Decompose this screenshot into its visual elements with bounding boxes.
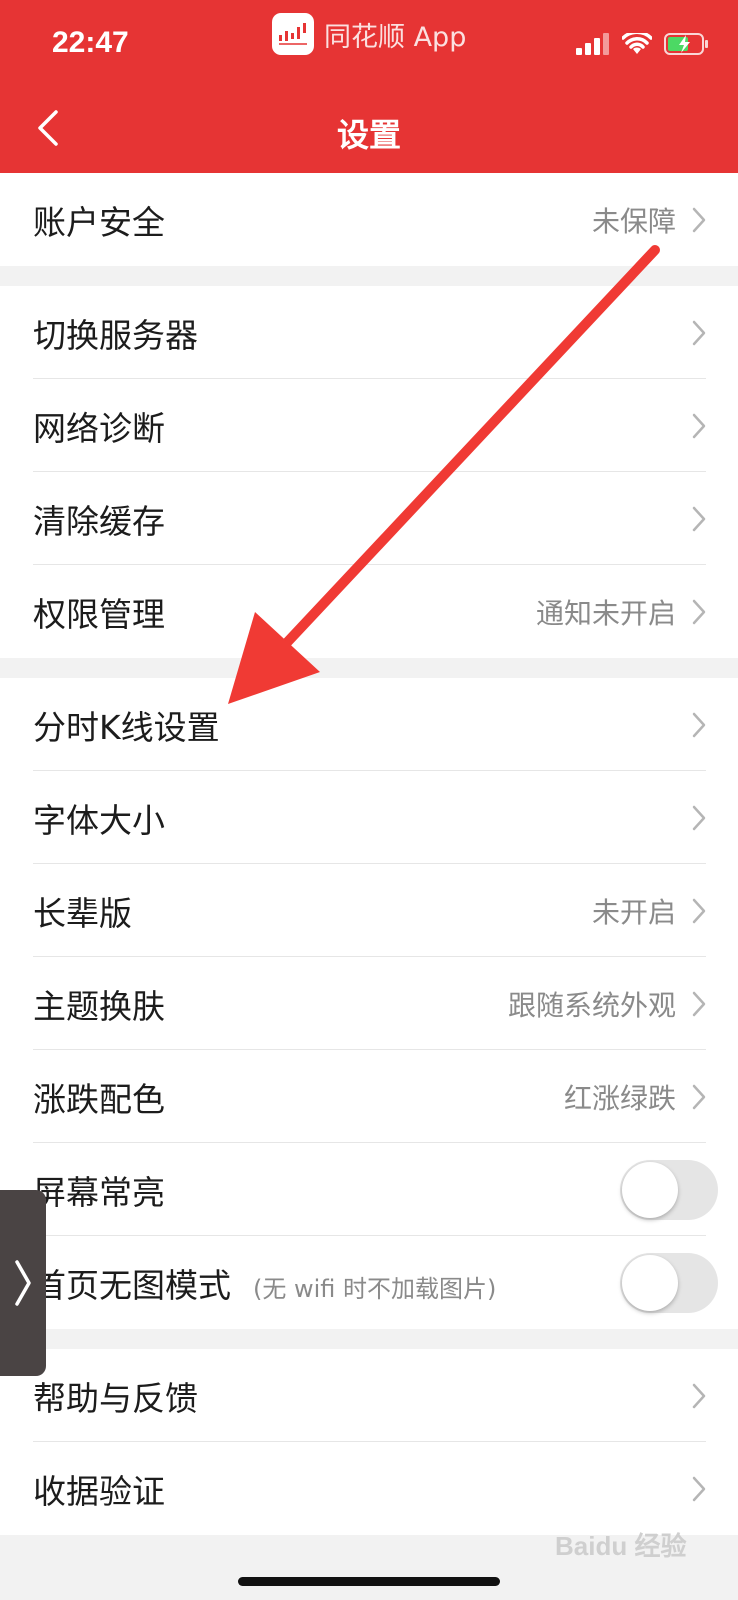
floating-side-handle[interactable]	[0, 1190, 46, 1376]
settings-row-theme[interactable]: 主题换肤 跟随系统外观	[0, 957, 738, 1050]
page-title: 设置	[336, 116, 401, 154]
row-label: 账户安全	[33, 202, 165, 242]
settings-group-support: 帮助与反馈 收据验证	[0, 1349, 738, 1535]
toggle-knob	[622, 1254, 678, 1311]
settings-row-help-feedback[interactable]: 帮助与反馈	[0, 1349, 738, 1442]
no-image-mode-toggle[interactable]	[620, 1252, 718, 1313]
row-label: 涨跌配色	[33, 1079, 165, 1119]
row-label: 主题换肤	[33, 986, 165, 1026]
settings-row-permissions[interactable]: 权限管理 通知未开启	[0, 565, 738, 658]
chevron-right-icon	[692, 898, 706, 923]
row-value: 通知未开启	[535, 596, 676, 630]
chevron-right-icon	[692, 320, 706, 345]
app-name: 同花顺 App	[324, 21, 467, 53]
toggle-knob	[622, 1161, 678, 1218]
group-divider	[0, 658, 738, 678]
screen-always-on-toggle[interactable]	[620, 1159, 718, 1220]
settings-list: 账户安全 未保障 切换服务器 网络诊断 清除缓存 权限管理 通知未开启 分时K线…	[0, 173, 738, 1600]
row-hint: (无 wifi 时不加载图片)	[253, 1274, 497, 1303]
row-label: 屏幕常亮	[33, 1172, 165, 1212]
chevron-right-icon	[692, 599, 706, 624]
chevron-right-icon	[692, 1383, 706, 1408]
row-label: 网络诊断	[33, 408, 165, 448]
row-label: 字体大小	[33, 800, 165, 840]
row-value: 跟随系统外观	[507, 988, 676, 1022]
row-label: 收据验证	[33, 1471, 165, 1511]
chevron-right-icon	[692, 1476, 706, 1501]
chevron-right-icon	[692, 1084, 706, 1109]
row-label: 权限管理	[33, 594, 165, 634]
row-label: 切换服务器	[33, 315, 198, 355]
group-divider	[0, 266, 738, 286]
group-divider	[0, 1329, 738, 1349]
settings-row-up-down-color[interactable]: 涨跌配色 红涨绿跌	[0, 1050, 738, 1143]
top-bar: 22:47 同花顺 App 设置	[0, 0, 738, 173]
settings-row-clear-cache[interactable]: 清除缓存	[0, 472, 738, 565]
chevron-right-icon	[692, 207, 706, 232]
chevron-right-icon	[692, 413, 706, 438]
app-logo-icon	[272, 13, 314, 55]
row-label-text: 首页无图模式	[33, 1265, 231, 1305]
baidu-watermark: Baidu 经验	[555, 1531, 687, 1561]
row-label: 长辈版	[33, 893, 132, 933]
wifi-icon	[622, 33, 652, 54]
row-label: 分时K线设置	[33, 707, 220, 747]
row-value: 未开启	[591, 895, 676, 929]
chevron-right-icon	[15, 1260, 31, 1306]
settings-row-network-diagnosis[interactable]: 网络诊断	[0, 379, 738, 472]
settings-row-switch-server[interactable]: 切换服务器	[0, 286, 738, 379]
settings-row-kline-settings[interactable]: 分时K线设置	[0, 678, 738, 771]
row-label: 清除缓存	[33, 501, 165, 541]
chevron-right-icon	[692, 506, 706, 531]
status-time: 22:47	[52, 26, 129, 59]
row-value: 未保障	[591, 204, 676, 238]
row-label: 首页无图模式 (无 wifi 时不加载图片)	[33, 1259, 496, 1307]
home-indicator	[238, 1577, 500, 1586]
settings-group-display: 分时K线设置 字体大小 长辈版 未开启 主题换肤 跟随系统外观 涨跌配色 红涨绿…	[0, 678, 738, 1329]
settings-row-no-image-mode: 首页无图模式 (无 wifi 时不加载图片)	[0, 1236, 738, 1329]
status-icons	[576, 32, 710, 56]
chevron-right-icon	[692, 805, 706, 830]
settings-group-account: 账户安全 未保障	[0, 173, 738, 266]
settings-row-font-size[interactable]: 字体大小	[0, 771, 738, 864]
settings-row-screen-always-on: 屏幕常亮	[0, 1143, 738, 1236]
status-app-indicator[interactable]: 同花顺 App	[272, 12, 466, 56]
cellular-signal-icon	[576, 33, 609, 55]
settings-group-system: 切换服务器 网络诊断 清除缓存 权限管理 通知未开启	[0, 286, 738, 658]
chevron-right-icon	[692, 991, 706, 1016]
row-label: 帮助与反馈	[33, 1378, 198, 1418]
settings-row-elder-mode[interactable]: 长辈版 未开启	[0, 864, 738, 957]
battery-charging-icon	[664, 33, 708, 55]
chevron-right-icon	[692, 712, 706, 737]
row-value: 红涨绿跌	[563, 1081, 676, 1115]
settings-row-account-security[interactable]: 账户安全 未保障	[0, 173, 738, 266]
settings-row-receipt-verification[interactable]: 收据验证	[0, 1442, 738, 1535]
